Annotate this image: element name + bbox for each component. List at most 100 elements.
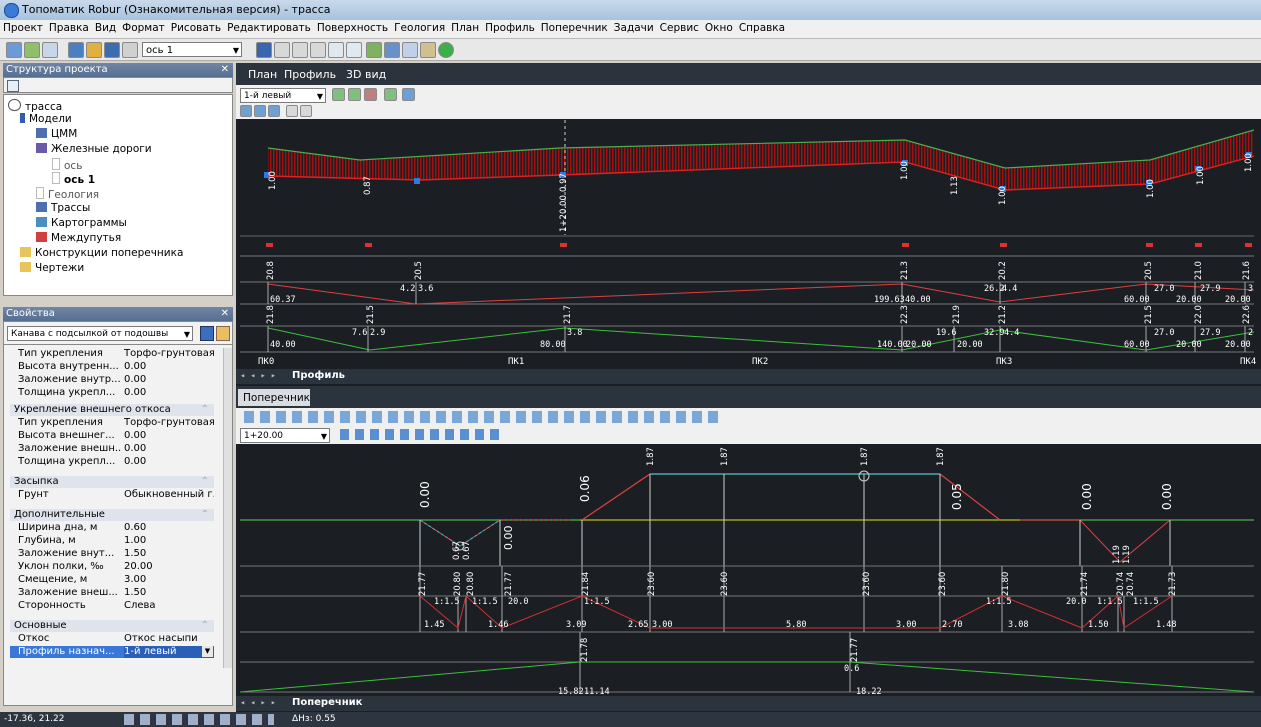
zoom-icon[interactable] [384,42,400,58]
menu-view[interactable]: Вид [92,20,119,34]
tree-dtm[interactable]: ЦММ [36,128,77,140]
tool-icon[interactable] [366,42,382,58]
menu-profile[interactable]: Профиль [482,20,538,34]
prop-row[interactable]: Ширина дна, м 0.60 [10,522,214,534]
menu-draw[interactable]: Рисовать [168,20,224,34]
run-icon[interactable] [438,42,454,58]
section-additional[interactable]: Дополнительные ⌃ [10,509,214,521]
tab-3d[interactable]: 3D вид [346,68,386,81]
chevron-down-icon[interactable]: ▼ [202,646,213,657]
tree-constructions[interactable]: Конструкции поперечника [20,247,183,259]
tree-geology[interactable]: Геология [36,187,99,201]
tool-icon[interactable] [6,42,22,58]
paste-icon[interactable] [310,42,326,58]
prop-row[interactable]: Откос Откос насыпи [10,633,214,645]
open-icon[interactable] [86,42,102,58]
tree-railways[interactable]: Железные дороги [36,143,152,155]
profile-combo[interactable]: 1-й левый ▼ [240,88,326,103]
menu-surface[interactable]: Поверхность [314,20,391,34]
prop-row[interactable]: Высота внешнег... 0.00 [10,430,214,442]
tool-icon[interactable] [384,88,397,101]
tool-icon[interactable] [364,88,377,101]
menu-plan[interactable]: План [448,20,482,34]
prop-row[interactable]: Глубина, м 1.00 [10,535,214,547]
menu-format[interactable]: Формат [119,20,168,34]
undo-icon[interactable] [328,42,344,58]
tool-icon[interactable] [240,105,252,117]
prop-row[interactable]: Тип укрепленияТорфо-грунтовая... [10,348,214,360]
section-backfill[interactable]: Засыпка ⌃ [10,476,214,488]
prop-row[interactable]: Грунт Обыкновенный г... [10,489,214,501]
menu-project[interactable]: Проект [0,20,46,34]
tab-cross-bottom[interactable]: Поперечник [292,697,362,708]
tree-axis[interactable]: ось [52,158,82,172]
tool-icon[interactable] [300,105,312,117]
tab-plan[interactable]: План [248,68,277,81]
print-icon[interactable] [122,42,138,58]
tool-icon[interactable] [348,88,361,101]
save-icon[interactable] [104,42,120,58]
prop-row[interactable]: Заложение внут... 1.50 [10,548,214,560]
menu-cross-section[interactable]: Поперечник [538,20,611,34]
prop-row[interactable]: Тип укрепленияТорфо-грунтовая... [10,417,214,429]
prop-row[interactable]: Сторонность Слева [10,600,214,612]
props-scrollbar[interactable] [223,348,232,668]
tool-icon[interactable] [256,42,272,58]
prop-row[interactable]: Заложение внешн... 0.00 [10,443,214,455]
tree-drawings[interactable]: Чертежи [20,262,84,274]
filter-icon[interactable] [216,326,230,341]
tool-icon[interactable] [268,105,280,117]
prop-row[interactable]: Толщина укрепл... 0.00 [10,387,214,399]
sort-icon[interactable] [200,326,214,341]
object-combo[interactable]: Канава с подсылкой от подошвы ▼ [7,326,193,341]
menu-service[interactable]: Сервис [657,20,702,34]
new-icon[interactable] [68,42,84,58]
tab-nav-icon[interactable]: ◂ ◂ ▸ ▸ [240,371,276,381]
prop-row[interactable]: Заложение внеш... 1.50 [10,587,214,599]
tool-icon[interactable] [42,42,58,58]
tab-nav-icon[interactable]: ◂ ◂ ▸ ▸ [240,698,276,708]
tool-icon[interactable] [420,42,436,58]
tree-models[interactable]: Модели [20,113,72,125]
menu-editing[interactable]: Редактировать [224,20,314,34]
copy-icon[interactable] [292,42,308,58]
tool-icon[interactable] [402,88,415,101]
tree-routes[interactable]: Трассы [36,202,90,214]
tab-profile[interactable]: Профиль [284,68,336,81]
menu-edit[interactable]: Правка [46,20,92,34]
profile-canvas[interactable] [240,120,1254,370]
close-icon[interactable]: ✕ [221,63,229,77]
tree-cartograms[interactable]: Картограммы [36,217,127,229]
grid-icon[interactable] [7,80,19,92]
cut-icon[interactable] [274,42,290,58]
cross-tool-icons[interactable] [244,411,720,423]
prop-row[interactable]: Толщина укрепл... 0.00 [10,456,214,468]
cross-section-canvas[interactable] [240,446,1254,694]
menu-geology[interactable]: Геология [391,20,448,34]
tab-profile-bottom[interactable]: Профиль [292,370,345,381]
prop-row[interactable]: Высота внутренн... 0.00 [10,361,214,373]
station-combo[interactable]: 1+20.00 ▼ [240,428,330,443]
snap-toggle-icons[interactable] [124,714,274,725]
tree-interways[interactable]: Междупутья [36,232,121,244]
menu-tasks[interactable]: Задачи [611,20,657,34]
redo-icon[interactable] [346,42,362,58]
menu-window[interactable]: Окно [702,20,736,34]
tree-root[interactable]: трасса [8,99,62,113]
tab-cross-section[interactable]: Поперечник [238,389,310,406]
tool-icon[interactable] [24,42,40,58]
tool-icon[interactable] [402,42,418,58]
section-outer-slope[interactable]: Укрепление внешнего откоса ⌃ [10,404,214,416]
close-icon[interactable]: ✕ [221,307,229,321]
prop-row-selected[interactable]: Профиль назнач... 1-й левый ▼ [10,646,214,658]
tool-icon[interactable] [254,105,266,117]
tool-icon[interactable] [286,105,298,117]
tree-axis1[interactable]: ось 1 [52,172,95,186]
prop-row[interactable]: Уклон полки, ‰ 20.00 [10,561,214,573]
tool-icon[interactable] [332,88,345,101]
axis-combo[interactable]: ось 1 ▼ [142,42,242,57]
cross-tool-icons[interactable] [340,429,500,440]
prop-row[interactable]: Смещение, м 3.00 [10,574,214,586]
prop-row[interactable]: Заложение внутр... 0.00 [10,374,214,386]
section-main[interactable]: Основные ⌃ [10,620,214,632]
